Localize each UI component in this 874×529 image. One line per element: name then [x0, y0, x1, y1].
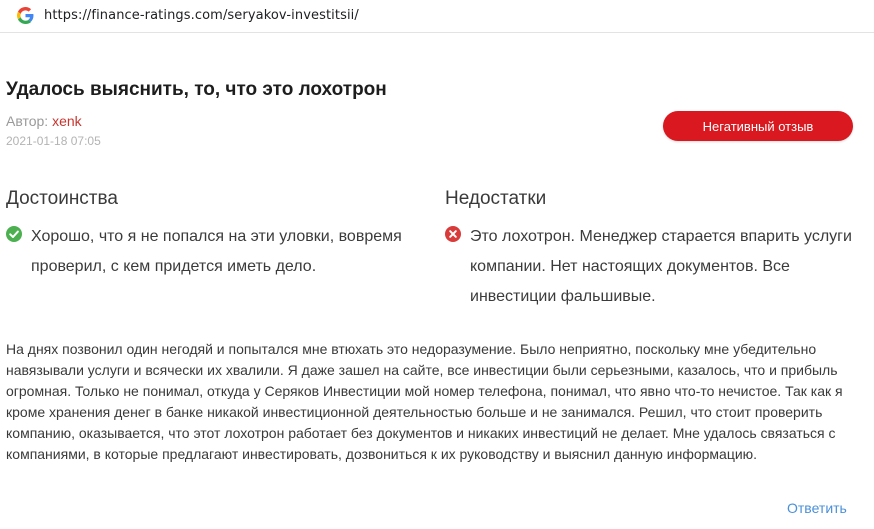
review-body: На днях позвонил один негодяй и попыталс…: [6, 341, 843, 462]
review-title: Удалось выяснить, то, что это лохотрон: [6, 79, 387, 100]
google-g-icon: [17, 7, 34, 24]
check-circle-icon: [6, 226, 22, 242]
author-label: Автор:: [6, 113, 49, 129]
review-date: 2021-01-18 07:05: [6, 134, 101, 148]
reply-link[interactable]: Ответить: [787, 500, 847, 516]
negative-review-button[interactable]: Негативный отзыв: [663, 111, 853, 141]
x-circle-icon: [445, 226, 461, 242]
address-bar[interactable]: https://finance-ratings.com/seryakov-inv…: [0, 0, 874, 33]
pros-text: Хорошо, что я не попался на эти уловки, …: [31, 228, 402, 275]
cons-heading: Недостатки: [445, 188, 547, 209]
author-name-link[interactable]: xenk: [52, 113, 82, 129]
url-text[interactable]: https://finance-ratings.com/seryakov-inv…: [44, 8, 359, 23]
pros-heading: Достоинства: [6, 188, 118, 209]
author-line: Автор: xenk: [6, 113, 82, 129]
cons-text: Это лохотрон. Менеджер старается впарить…: [470, 228, 852, 305]
